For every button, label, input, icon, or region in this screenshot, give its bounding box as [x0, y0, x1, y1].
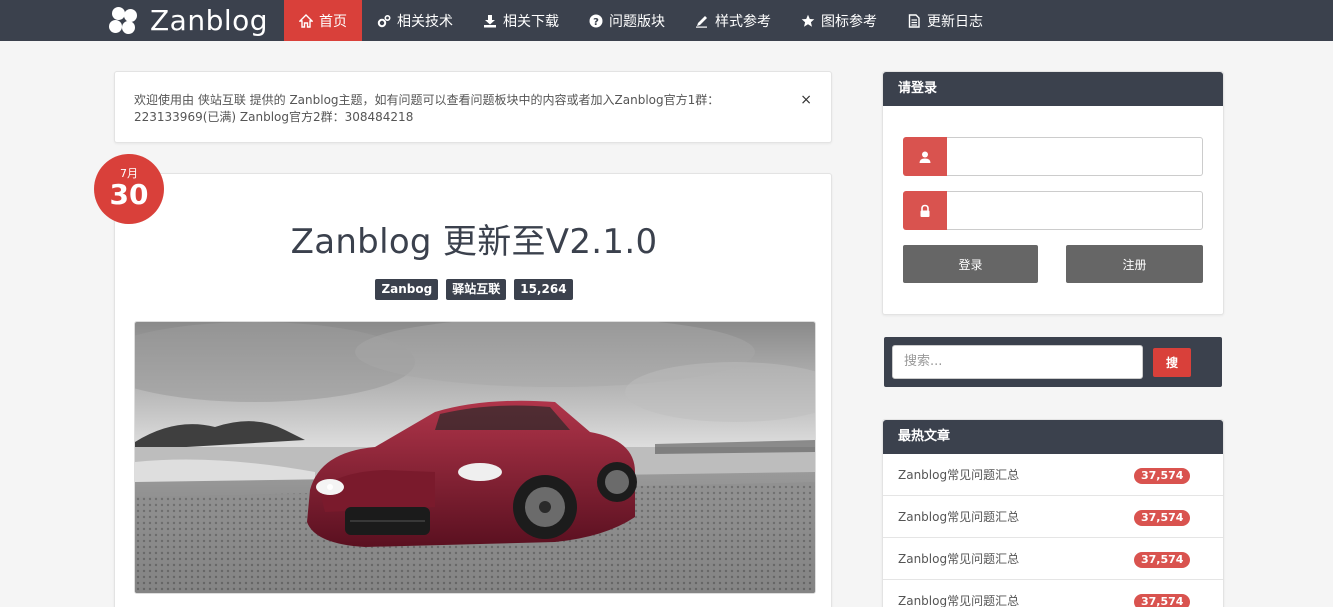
hot-article-title[interactable]: Zanblog常见问题汇总: [898, 592, 1019, 607]
username-input[interactable]: [947, 137, 1203, 176]
article-card: Zanblog 更新至V2.1.0 Zanbog 驿站互联 15,264: [114, 173, 832, 607]
logo-text: Zanblog: [150, 4, 269, 37]
post-day: 30: [109, 178, 149, 211]
hot-article-title[interactable]: Zanblog常见问题汇总: [898, 550, 1019, 567]
article-cover-image[interactable]: [134, 321, 816, 594]
logo-icon: [108, 5, 140, 37]
notice-text: 欢迎使用由 侠站互联 提供的 Zanblog主题，如有问题可以查看问题板块中的内…: [134, 93, 720, 124]
lock-icon: [903, 191, 947, 230]
nav-item-download[interactable]: 相关下载: [468, 0, 574, 41]
nav-label: 更新日志: [927, 13, 983, 30]
hot-article-title[interactable]: Zanblog常见问题汇总: [898, 466, 1019, 483]
main-nav: 首页 相关技术 相关下载 ? 问题版块 样式参考 图标参考 更新日志: [284, 0, 998, 41]
nav-item-questions[interactable]: ? 问题版块: [574, 0, 680, 41]
file-icon: [907, 13, 921, 28]
download-icon: [483, 14, 497, 28]
list-item[interactable]: Zanblog常见问题汇总 37,574: [883, 580, 1223, 607]
user-icon: [903, 137, 947, 176]
svg-text:?: ?: [593, 17, 599, 28]
top-navbar: Zanblog 首页 相关技术 相关下载 ? 问题版块 样式参考 图标参考 更新…: [0, 0, 1333, 41]
nav-item-changelog[interactable]: 更新日志: [892, 0, 998, 41]
post-month: 7月: [120, 167, 138, 180]
home-icon: [299, 13, 313, 28]
search-button[interactable]: 搜: [1153, 348, 1191, 377]
login-button[interactable]: 登录: [903, 245, 1038, 283]
post-date-badge: 7月 30: [94, 154, 164, 224]
nav-item-tech[interactable]: 相关技术: [362, 0, 468, 41]
site-logo[interactable]: Zanblog: [108, 0, 268, 41]
list-item[interactable]: Zanblog常见问题汇总 37,574: [883, 538, 1223, 580]
question-icon: ?: [589, 14, 603, 28]
password-row: [903, 191, 1203, 230]
nav-label: 图标参考: [821, 13, 877, 30]
view-count-badge: 37,574: [1134, 510, 1191, 526]
login-panel: 请登录 登录 注册: [882, 71, 1224, 315]
list-item[interactable]: Zanblog常见问题汇总 37,574: [883, 454, 1223, 496]
search-input[interactable]: 搜索...: [892, 345, 1143, 379]
article-title[interactable]: Zanblog 更新至V2.1.0: [115, 214, 833, 263]
nav-label: 首页: [319, 13, 347, 30]
hot-articles-title: 最热文章: [883, 420, 1223, 454]
username-row: [903, 137, 1203, 176]
nav-item-icons[interactable]: 图标参考: [786, 0, 892, 41]
category-tag[interactable]: Zanbog: [375, 279, 439, 300]
nav-item-styles[interactable]: 样式参考: [680, 0, 786, 41]
nav-label: 问题版块: [609, 13, 665, 30]
nav-label: 相关下载: [503, 13, 559, 30]
article-meta-tags: Zanbog 驿站互联 15,264: [115, 279, 833, 300]
notice-alert: 欢迎使用由 侠站互联 提供的 Zanblog主题，如有问题可以查看问题板块中的内…: [114, 71, 832, 143]
nav-label: 样式参考: [715, 13, 771, 30]
list-item[interactable]: Zanblog常见问题汇总 37,574: [883, 496, 1223, 538]
register-button[interactable]: 注册: [1066, 245, 1203, 283]
cogs-icon: [377, 14, 391, 28]
login-panel-title: 请登录: [883, 72, 1223, 106]
star-icon: [801, 14, 815, 28]
nav-item-home[interactable]: 首页: [284, 0, 362, 41]
close-icon[interactable]: ×: [800, 92, 812, 109]
password-input[interactable]: [947, 191, 1203, 230]
hot-articles-panel: 最热文章 Zanblog常见问题汇总 37,574 Zanblog常见问题汇总 …: [882, 419, 1224, 607]
hot-article-title[interactable]: Zanblog常见问题汇总: [898, 508, 1019, 525]
search-panel: 搜索... 搜: [884, 337, 1222, 387]
view-count-badge: 37,574: [1134, 468, 1191, 484]
view-count-badge: 37,574: [1134, 552, 1191, 568]
pencil-icon: [695, 14, 709, 28]
author-tag[interactable]: 驿站互联: [446, 279, 507, 300]
views-tag: 15,264: [514, 279, 573, 300]
nav-label: 相关技术: [397, 13, 453, 30]
view-count-badge: 37,574: [1134, 594, 1191, 607]
